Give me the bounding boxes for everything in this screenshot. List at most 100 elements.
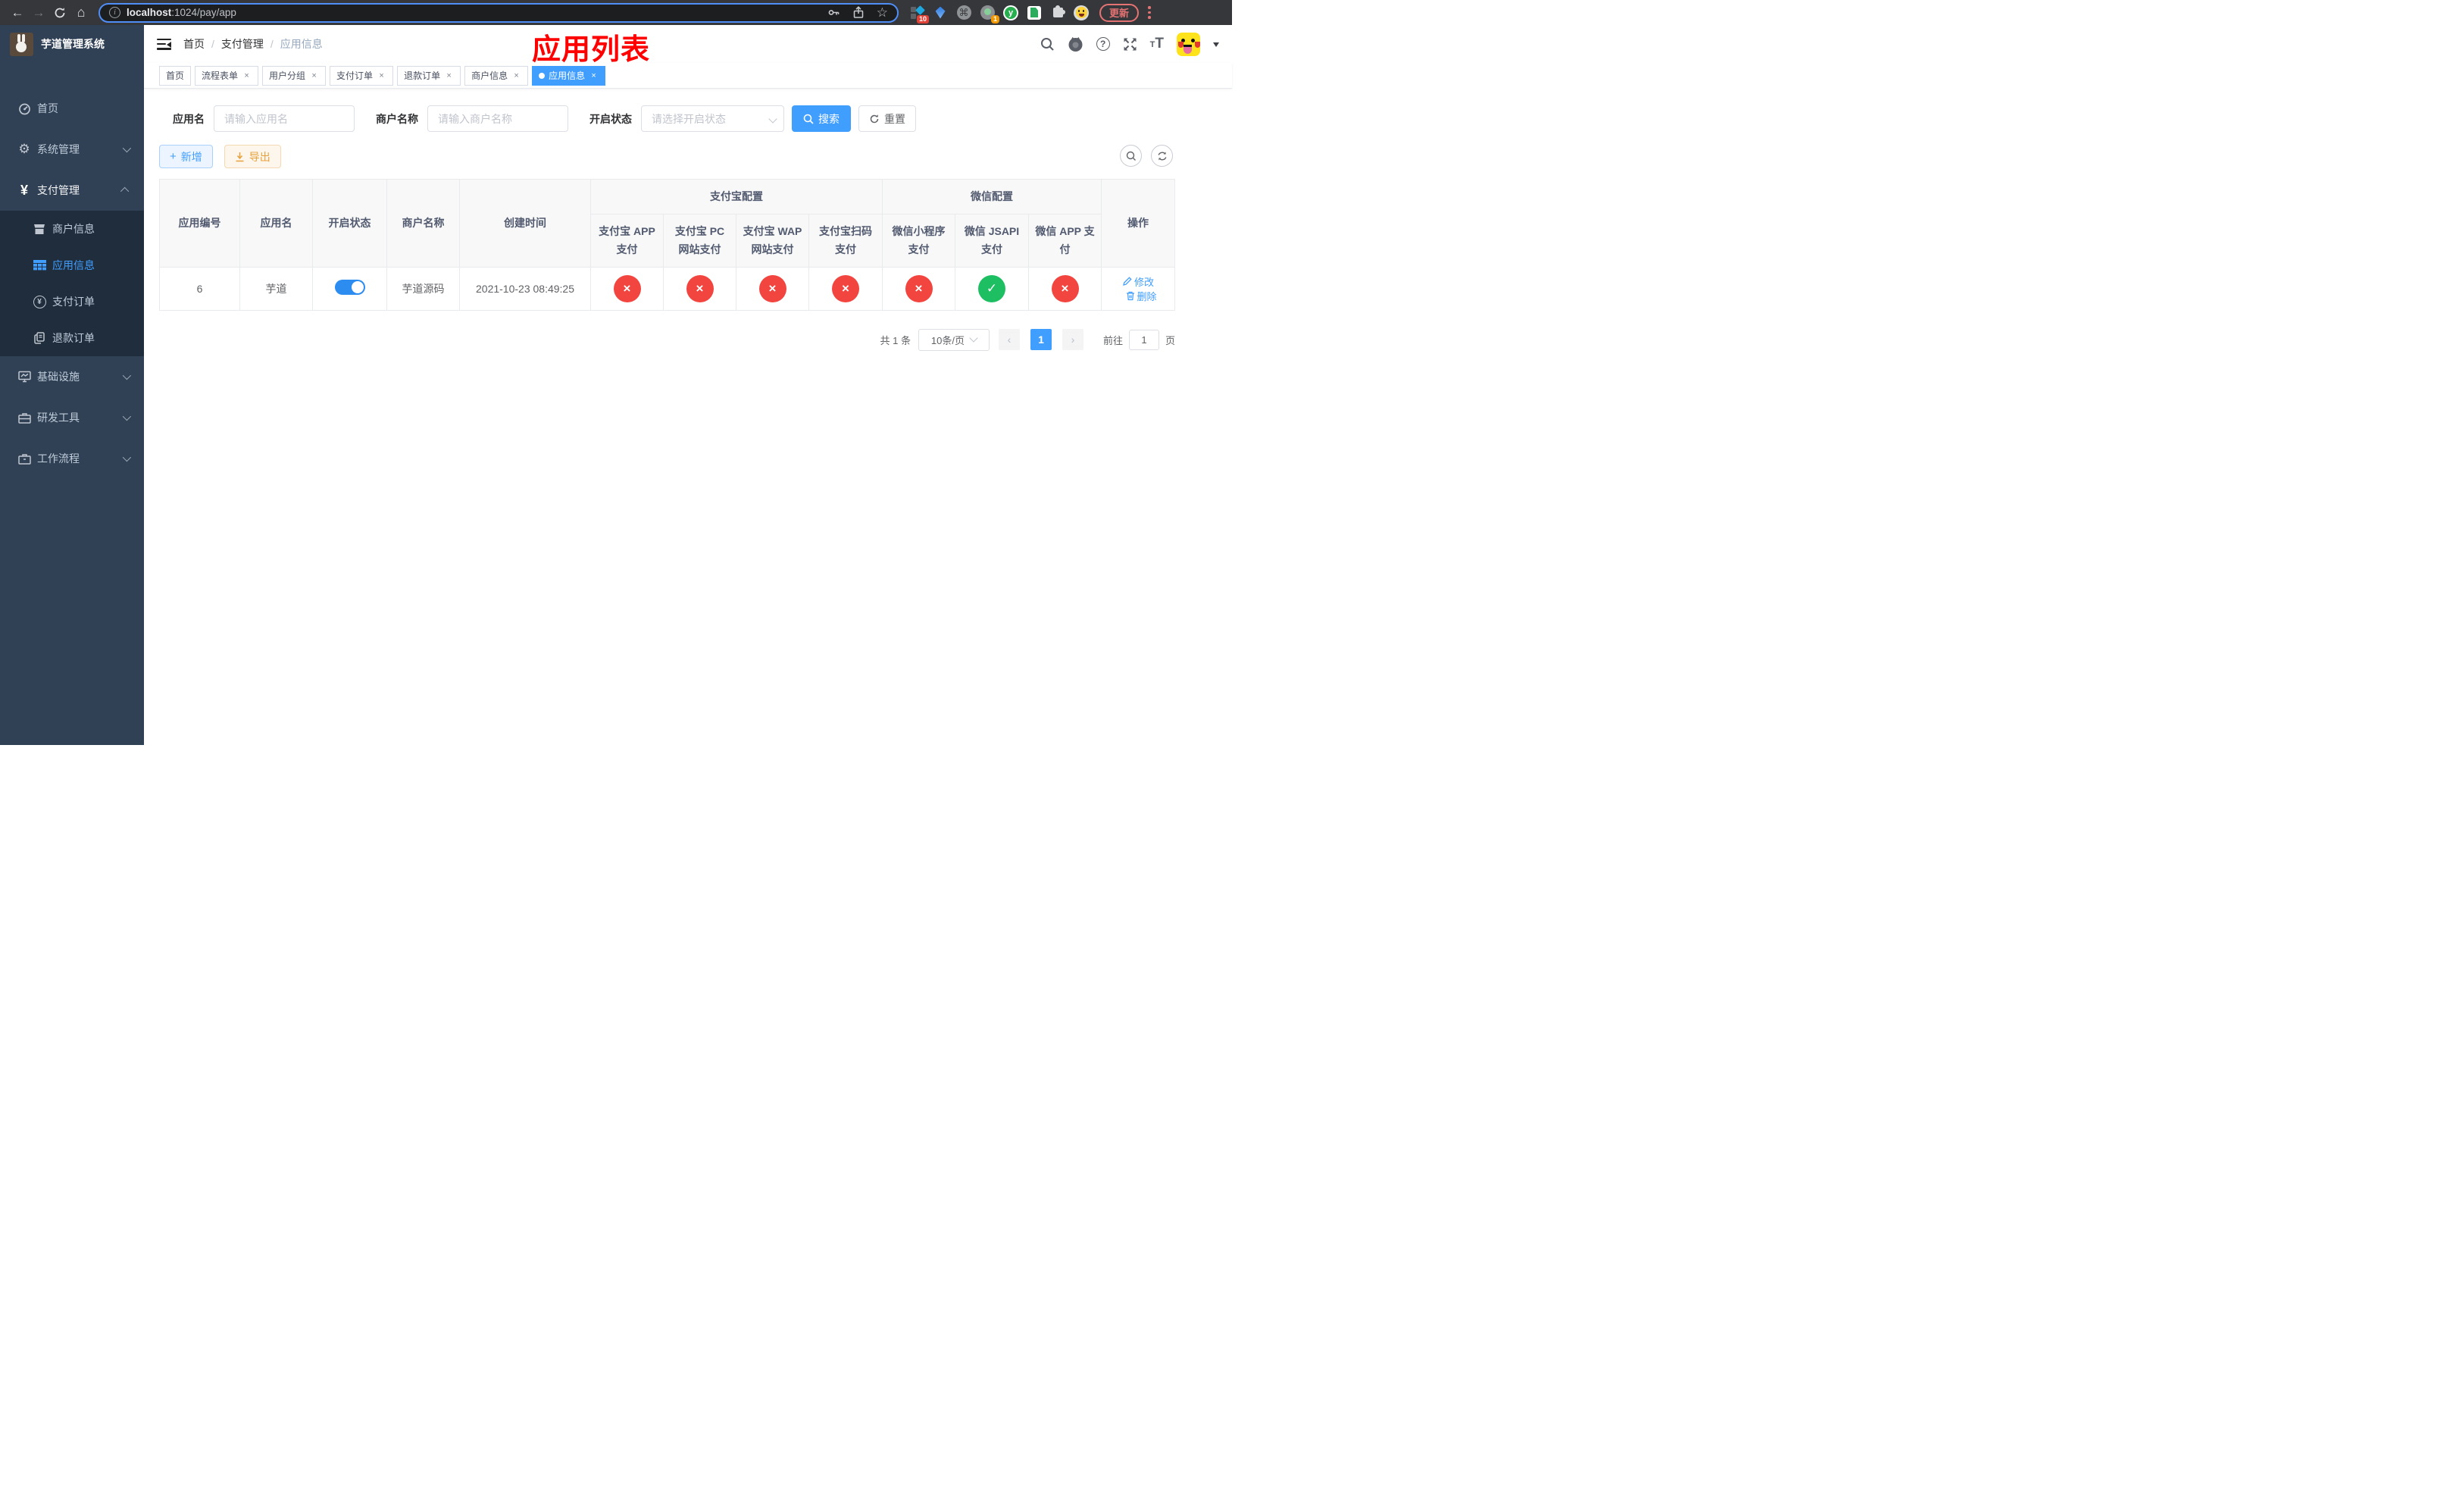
avatar-caret-icon[interactable] [1213, 42, 1219, 50]
sidebar-item-payment[interactable]: 支付管理 [0, 170, 144, 211]
chevron-down-icon [122, 452, 132, 462]
tab-close-icon[interactable] [444, 70, 454, 80]
current-page-button[interactable]: 1 [1030, 329, 1052, 350]
add-button[interactable]: 新增 [159, 145, 213, 168]
cell-wechat-jsapi: ✓ [955, 266, 1029, 311]
status-x-icon: × [905, 274, 933, 302]
bookmark-star-icon[interactable] [877, 5, 888, 20]
chrome-update-button[interactable]: 更新 [1099, 3, 1140, 22]
profile-avatar-icon[interactable] [1074, 5, 1089, 20]
yen-icon [15, 183, 33, 199]
status-check-icon: ✓ [978, 274, 1005, 302]
address-bar[interactable]: localhost:1024/pay/app [98, 2, 899, 23]
goto-suffix: 页 [1165, 334, 1175, 346]
search-button[interactable]: 搜索 [792, 105, 851, 132]
merchant-name-input[interactable] [427, 105, 568, 132]
app-table: 应用编号 应用名 开启状态 商户名称 创建时间 支付宝配置 微信配置 操作 支付… [159, 179, 1175, 311]
extension-green-y-icon[interactable]: y [1003, 5, 1018, 20]
chevron-down-icon [969, 333, 978, 343]
tag-refund-orders[interactable]: 退款订单 [397, 65, 461, 86]
site-info-icon[interactable] [109, 7, 120, 18]
tag-process-form[interactable]: 流程表单 [195, 65, 259, 86]
col-app-id: 应用编号 [159, 179, 240, 268]
extension-badge: 10 [916, 14, 929, 23]
col-actions: 操作 [1101, 179, 1175, 268]
extension-kite-icon[interactable] [933, 5, 948, 20]
browser-home-icon[interactable] [71, 3, 91, 23]
page-size-select[interactable]: 10条/页 [918, 328, 990, 351]
breadcrumb-current: 应用信息 [280, 38, 323, 50]
browser-forward-icon[interactable] [29, 3, 48, 23]
tab-close-icon[interactable] [242, 70, 252, 80]
next-page-button[interactable]: › [1062, 329, 1083, 350]
font-size-icon[interactable] [1150, 36, 1164, 52]
browser-reload-icon[interactable] [50, 3, 70, 23]
password-key-icon[interactable] [827, 6, 840, 19]
tag-home[interactable]: 首页 [159, 65, 192, 86]
document-copy-icon [30, 332, 48, 344]
toggle-search-button[interactable] [1120, 145, 1142, 167]
sidebar-item-app-info[interactable]: 应用信息 [0, 247, 144, 283]
sidebar-item-dev-tools[interactable]: 研发工具 [0, 397, 144, 438]
search-icon[interactable] [1040, 37, 1055, 52]
col-alipay-wap: 支付宝 WAP 网站支付 [736, 213, 809, 268]
cell-status [312, 266, 387, 311]
help-icon[interactable] [1096, 37, 1110, 51]
status-select[interactable] [641, 105, 784, 132]
col-alipay-app: 支付宝 APP 支付 [590, 213, 664, 268]
col-wechat-app: 微信 APP 支付 [1027, 213, 1102, 268]
sidebar-collapse-icon[interactable] [157, 38, 171, 50]
sidebar-item-workflow[interactable]: 工作流程 [0, 438, 144, 479]
app-name-input[interactable] [214, 105, 355, 132]
tag-merchant-info[interactable]: 商户信息 [464, 65, 529, 86]
sidebar-item-home[interactable]: 首页 [0, 88, 144, 129]
sidebar-item-pay-orders[interactable]: ¥ 支付订单 [0, 283, 144, 320]
dashboard-icon [15, 102, 33, 115]
export-button[interactable]: 导出 [224, 145, 281, 168]
browser-menu-icon[interactable] [1148, 6, 1151, 19]
edit-link[interactable]: 修改 [1122, 274, 1154, 289]
tag-app-info[interactable]: 应用信息 [532, 65, 606, 86]
col-alipay-pc: 支付宝 PC 网站支付 [663, 213, 736, 268]
chevron-down-icon [122, 371, 132, 380]
breadcrumb-home[interactable]: 首页 [183, 36, 205, 52]
reset-button[interactable]: 重置 [858, 105, 916, 132]
extension-lighthouse-icon[interactable]: 1 [980, 5, 999, 23]
tags-view-bar: 首页 流程表单 用户分组 支付订单 退款订单 商户信息 应用信息 [144, 63, 1232, 89]
sidebar-item-system[interactable]: 系统管理 [0, 129, 144, 170]
tab-close-icon[interactable] [309, 70, 319, 80]
status-toggle[interactable] [334, 280, 365, 295]
refresh-button[interactable] [1151, 145, 1173, 167]
extension-blocker-icon[interactable]: 10 [909, 5, 929, 23]
sidebar-item-merchant-info[interactable]: 商户信息 [0, 211, 144, 247]
tab-close-icon[interactable] [511, 70, 521, 80]
github-icon[interactable] [1068, 36, 1083, 52]
tab-close-icon[interactable] [589, 70, 599, 80]
prev-page-button[interactable]: ‹ [998, 329, 1020, 350]
goto-page-input[interactable] [1128, 329, 1159, 350]
logo-rabbit-image [10, 32, 33, 56]
page-title-annotation: 应用列表 [532, 34, 651, 66]
extension-command-icon[interactable] [956, 5, 971, 20]
breadcrumb-separator [270, 38, 274, 50]
sidebar-item-refund-orders[interactable]: 退款订单 [0, 320, 144, 356]
browser-back-icon[interactable] [8, 3, 27, 23]
sidebar-item-label: 研发工具 [37, 412, 80, 424]
sidebar-logo[interactable]: 芋道管理系统 [0, 25, 144, 63]
fullscreen-icon[interactable] [1123, 37, 1137, 52]
share-icon[interactable] [852, 6, 865, 19]
tag-pay-orders[interactable]: 支付订单 [330, 65, 394, 86]
extensions-puzzle-icon[interactable] [1050, 5, 1065, 20]
user-avatar[interactable] [1177, 32, 1200, 56]
extension-bar: 10 1 y [909, 5, 1089, 23]
delete-link[interactable]: 删除 [1126, 289, 1157, 303]
tab-close-icon[interactable] [377, 70, 386, 80]
tag-user-group[interactable]: 用户分组 [262, 65, 327, 86]
col-alipay-qr: 支付宝扫码支付 [808, 213, 883, 268]
sidebar-item-infrastructure[interactable]: 基础设施 [0, 356, 144, 397]
extension-badge: 1 [990, 14, 999, 23]
breadcrumb-payment[interactable]: 支付管理 [221, 36, 264, 52]
gear-icon [15, 142, 33, 157]
extension-doc-icon[interactable] [1027, 5, 1042, 20]
page-content: 应用名 商户名称 开启状态 搜索 重置 [144, 89, 1232, 745]
